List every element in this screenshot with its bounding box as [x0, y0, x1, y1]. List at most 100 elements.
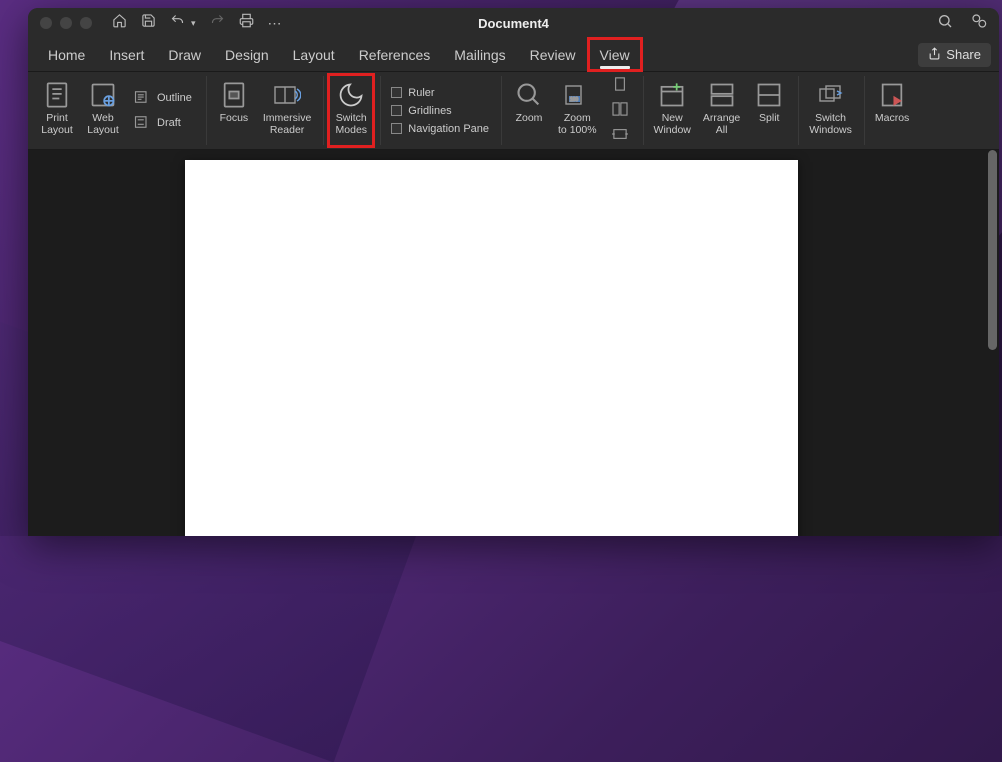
zoom-100-button[interactable]: 100 Zoom to 100% — [554, 76, 601, 145]
tab-label: Home — [48, 47, 85, 63]
tab-label: References — [359, 47, 431, 63]
undo-icon[interactable] — [170, 13, 185, 33]
ruler-checkbox[interactable]: Ruler — [391, 87, 489, 99]
button-label: Switch Modes — [336, 112, 368, 136]
button-label: Web Layout — [87, 112, 119, 136]
tab-label: View — [600, 47, 630, 63]
app-window: ▾ ⋯ Document4 Home Insert Draw Design La… — [28, 8, 999, 536]
switch-windows-button[interactable]: Switch Windows — [805, 76, 856, 145]
new-window-button[interactable]: New Window — [650, 76, 695, 145]
switch-modes-button[interactable]: Switch Modes — [330, 76, 372, 145]
immersive-reader-button[interactable]: Immersive Reader — [259, 76, 315, 145]
focus-button[interactable]: Focus — [213, 76, 255, 145]
multi-page-button[interactable] — [607, 100, 633, 121]
button-label: New Window — [654, 112, 691, 136]
button-label: Zoom — [516, 112, 543, 124]
one-page-button[interactable] — [607, 75, 633, 96]
share-label: Share — [946, 47, 981, 62]
zoom-small-buttons — [605, 76, 635, 145]
web-layout-icon — [89, 80, 117, 110]
zoom-100-icon: 100 — [563, 80, 591, 110]
print-icon[interactable] — [239, 13, 254, 33]
zoom-button[interactable]: Zoom — [508, 76, 550, 145]
checkbox-icon — [391, 87, 402, 98]
focus-icon — [220, 80, 248, 110]
checkbox-icon — [391, 105, 402, 116]
minimize-window-button[interactable] — [60, 17, 72, 29]
tab-label: Design — [225, 47, 269, 63]
window-controls — [40, 17, 92, 29]
new-window-icon — [658, 80, 686, 110]
split-icon — [755, 80, 783, 110]
vertical-scrollbar[interactable] — [988, 150, 997, 536]
navigation-pane-checkbox[interactable]: Navigation Pane — [391, 123, 489, 135]
tab-draw[interactable]: Draw — [156, 38, 213, 71]
switch-windows-icon — [817, 80, 845, 110]
scrollbar-thumb[interactable] — [988, 150, 997, 350]
search-icon[interactable] — [937, 13, 953, 34]
arrange-all-button[interactable]: Arrange All — [699, 76, 744, 145]
arrange-all-icon — [708, 80, 736, 110]
macros-icon — [878, 80, 906, 110]
macros-button[interactable]: Macros — [871, 76, 913, 145]
group-show: Ruler Gridlines Navigation Pane — [387, 76, 502, 145]
group-views: Print Layout Web Layout Outline Draft — [36, 76, 207, 145]
tab-insert[interactable]: Insert — [97, 38, 156, 71]
group-window: New Window Arrange All Split — [650, 76, 800, 145]
checkbox-icon — [391, 123, 402, 134]
outline-icon — [134, 90, 152, 107]
web-layout-button[interactable]: Web Layout — [82, 76, 124, 145]
redo-icon[interactable] — [210, 13, 225, 33]
tab-layout[interactable]: Layout — [281, 38, 347, 71]
tab-label: Mailings — [454, 47, 505, 63]
more-icon[interactable]: ⋯ — [268, 15, 283, 32]
button-label: Split — [759, 112, 779, 124]
titlebar: ▾ ⋯ Document4 — [28, 8, 999, 38]
views-small-buttons: Outline Draft — [128, 76, 198, 145]
maximize-window-button[interactable] — [80, 17, 92, 29]
group-switch-windows: Switch Windows — [805, 76, 865, 145]
page-width-icon — [611, 127, 629, 144]
button-label: Outline — [157, 92, 192, 104]
tab-design[interactable]: Design — [213, 38, 281, 71]
document-title: Document4 — [478, 16, 549, 31]
close-window-button[interactable] — [40, 17, 52, 29]
moon-icon — [337, 80, 365, 110]
print-layout-icon — [43, 80, 71, 110]
tab-label: Layout — [293, 47, 335, 63]
account-icon[interactable] — [971, 13, 987, 34]
document-area — [28, 150, 999, 536]
tab-label: Draw — [168, 47, 201, 63]
draft-button[interactable]: Draft — [130, 113, 196, 134]
group-immersive: Focus Immersive Reader — [213, 76, 324, 145]
print-layout-button[interactable]: Print Layout — [36, 76, 78, 145]
ribbon-tabs: Home Insert Draw Design Layout Reference… — [28, 38, 999, 72]
tab-references[interactable]: References — [347, 38, 443, 71]
undo-dropdown-icon[interactable]: ▾ — [191, 18, 196, 29]
share-button[interactable]: Share — [918, 43, 991, 67]
checkbox-label: Ruler — [408, 87, 434, 99]
button-label: Zoom to 100% — [558, 112, 597, 136]
home-icon[interactable] — [112, 13, 127, 33]
draft-icon — [134, 115, 152, 132]
group-zoom: Zoom 100 Zoom to 100% — [508, 76, 644, 145]
tab-home[interactable]: Home — [36, 38, 97, 71]
outline-button[interactable]: Outline — [130, 88, 196, 109]
group-macros: Macros — [871, 76, 921, 145]
tab-review[interactable]: Review — [518, 38, 588, 71]
split-button[interactable]: Split — [748, 76, 790, 145]
tab-view[interactable]: View — [588, 38, 642, 71]
button-label: Focus — [220, 112, 249, 124]
checkbox-label: Navigation Pane — [408, 123, 489, 135]
tab-mailings[interactable]: Mailings — [442, 38, 517, 71]
gridlines-checkbox[interactable]: Gridlines — [391, 105, 489, 117]
title-right-tools — [937, 13, 987, 34]
page-width-button[interactable] — [607, 125, 633, 146]
one-page-icon — [611, 77, 629, 94]
button-label: Immersive Reader — [263, 112, 311, 136]
document-page[interactable] — [185, 160, 798, 536]
button-label: Arrange All — [703, 112, 740, 136]
zoom-icon — [515, 80, 543, 110]
button-label: Draft — [157, 117, 181, 129]
save-icon[interactable] — [141, 13, 156, 33]
